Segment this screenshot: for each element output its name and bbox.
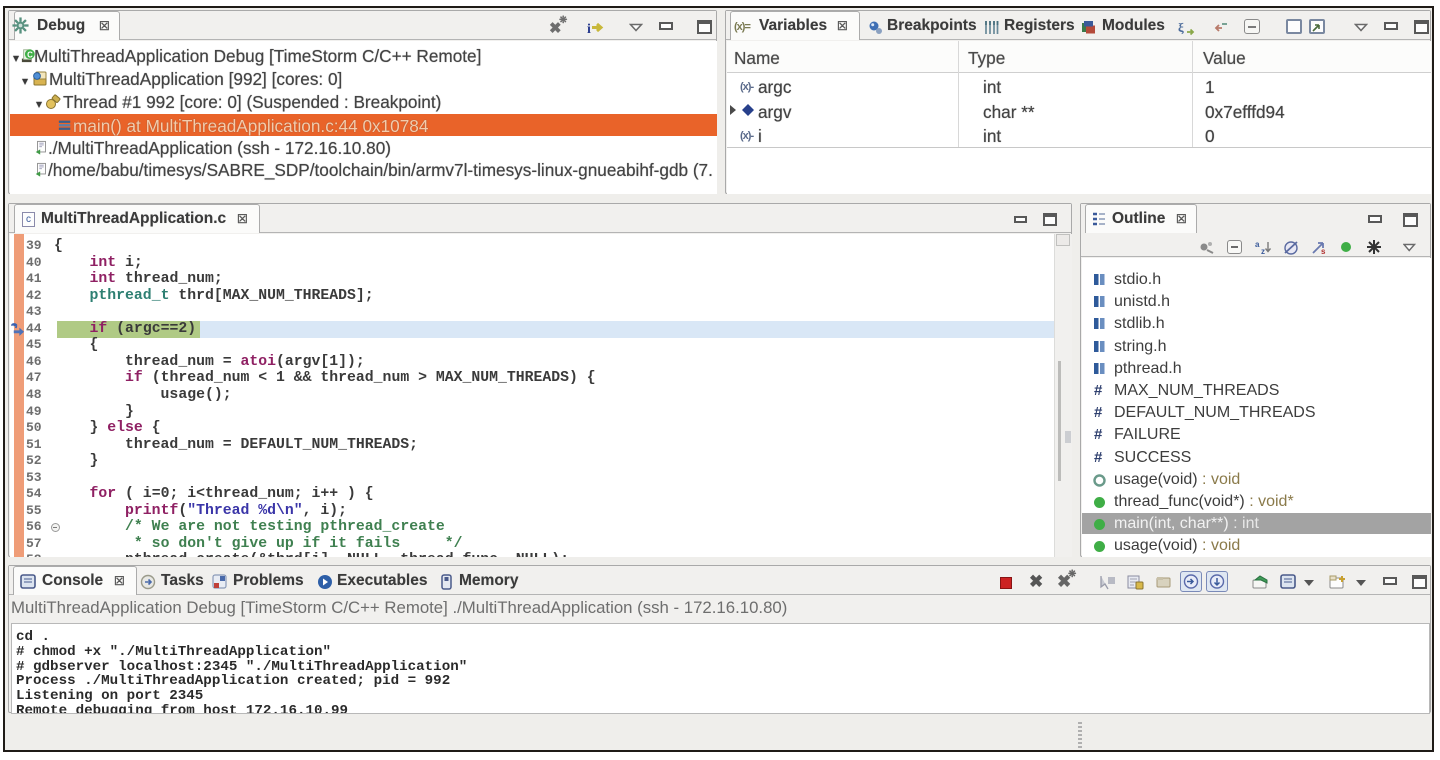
svg-text:C: C [27,50,33,59]
svg-text:i: i [587,22,591,36]
svg-text:z: z [1261,247,1265,255]
svg-text:a: a [1255,240,1260,249]
svg-text:s: s [1321,247,1326,255]
svg-text:ξ: ξ [1178,20,1184,35]
